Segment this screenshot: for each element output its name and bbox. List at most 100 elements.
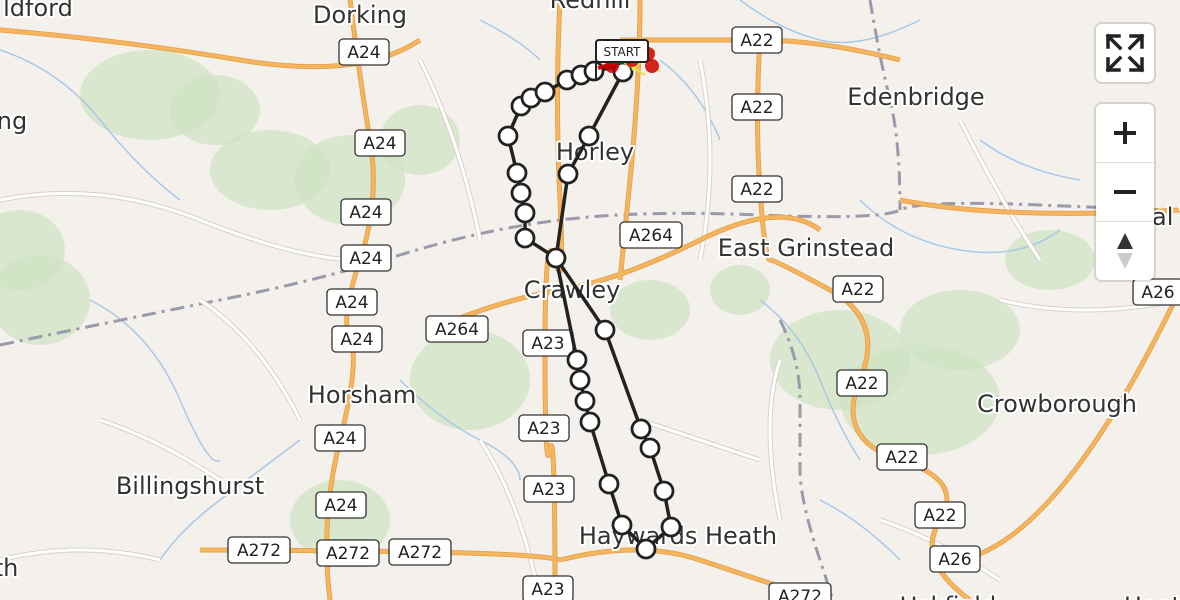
road-shield: A23 [523,475,575,503]
route-waypoint [514,227,536,249]
minor-road-casing [99,417,222,483]
compass-button[interactable] [1096,221,1154,280]
minus-icon [1114,190,1136,194]
town-label: th [0,554,18,582]
route-waypoint [557,163,579,185]
town-label: Edenbridge [847,83,984,111]
road-shield: A22 [832,275,884,303]
road-shield: A24 [354,129,406,157]
road-shield-label: A272 [778,587,822,600]
town-label: Horsham [308,381,416,409]
road-shield: A22 [836,369,888,397]
route-waypoint [594,319,616,341]
town-label: Redhill [550,0,631,14]
road-shield-label: A22 [923,506,956,526]
road-shield-label: A272 [398,543,442,563]
road-shield-label: A24 [349,203,382,223]
zoom-out-button[interactable] [1096,162,1154,221]
road-shield-label: A23 [527,419,560,439]
road-shield-label: A272 [237,541,281,561]
town-label: ng [0,107,27,135]
compass-icon [1117,233,1133,269]
minor-road [698,59,712,261]
road-shield: A22 [731,93,783,121]
route-waypoint [639,437,661,459]
town-label: al T [1152,203,1180,231]
start-marker-label: START [603,45,641,59]
road-shield-label: A22 [841,280,874,300]
forest-area [410,330,530,430]
town-label: ldford [3,0,73,22]
road-shield-label: A264 [629,226,673,246]
road-shield-label: A22 [845,374,878,394]
route-waypoint [660,516,682,538]
road-shield-label: A23 [531,334,564,354]
forest-area [610,280,690,340]
route-waypoint [569,369,591,391]
road-shield-label: A24 [324,496,357,516]
road-shield: A22 [731,175,783,203]
route-waypoint [611,514,633,536]
road-shield: A26 [1132,278,1180,306]
road-shield: A23 [518,414,570,442]
water-line [479,19,541,61]
forest-area [1005,230,1095,290]
road-shield-label: A272 [326,544,370,564]
road-shield-label: A26 [938,550,971,570]
road-shield-label: A24 [363,134,396,154]
road-shield: A23 [522,329,574,357]
road-shield: A22 [876,443,928,471]
road-shield-label: A23 [531,580,564,600]
route-waypoint [514,202,536,224]
town-label: East Grinstead [718,234,894,262]
minor-road [199,298,302,421]
road-shield: A23 [522,575,574,600]
fullscreen-button[interactable] [1096,24,1154,82]
road-shield: A24 [315,491,367,519]
route-waypoint [635,538,657,560]
road-shield: A272 [768,582,832,600]
fullscreen-control [1096,24,1154,82]
water-line [979,139,1081,181]
minor-road [0,548,161,562]
town-label: Billingshurst [116,472,264,500]
route-waypoint [578,125,600,147]
forest-area [710,265,770,315]
road-shield-label: A24 [323,429,356,449]
road-shield: A24 [340,198,392,226]
route-waypoint [510,182,532,204]
map-canvas[interactable]: Dorking Redhill Horley Crawley Horsham Haywar… [0,0,1180,600]
plus-icon [1114,122,1136,144]
road-shield: A272 [388,538,452,566]
town-label: Dorking [313,1,407,29]
minor-road-casing [198,297,303,422]
route-waypoint [583,60,605,82]
route-waypoint [545,247,567,269]
zoom-control [1096,104,1154,280]
route-waypoint [574,390,596,412]
road-shield-label: A24 [349,249,382,269]
road-shield-label: A26 [1141,283,1174,303]
road-shield-label: A23 [532,480,565,500]
map-svg: DorkingRedhillHorleyCrawleyHorshamHaywar… [0,0,1180,600]
road-shield: A272 [316,539,380,567]
road-shield: A22 [914,501,966,529]
route-waypoint [506,162,528,184]
route-waypoint [579,411,601,433]
road-shield: A24 [331,325,383,353]
road-shield-label: A24 [335,293,368,313]
road-shield-label: A22 [740,180,773,200]
forest-area [0,255,90,345]
road-shield-label: A24 [340,330,373,350]
zoom-in-button[interactable] [1096,104,1154,162]
route-waypoint [630,418,652,440]
route-waypoint [534,81,556,103]
road-shield: A272 [227,536,291,564]
road-shield: A22 [731,26,783,54]
route-waypoint [653,480,675,502]
water-line [89,299,221,462]
road-shield: A24 [340,244,392,272]
route-waypoint [497,125,519,147]
road-shield: A26 [929,545,981,573]
town-label: Heath [1124,592,1180,600]
